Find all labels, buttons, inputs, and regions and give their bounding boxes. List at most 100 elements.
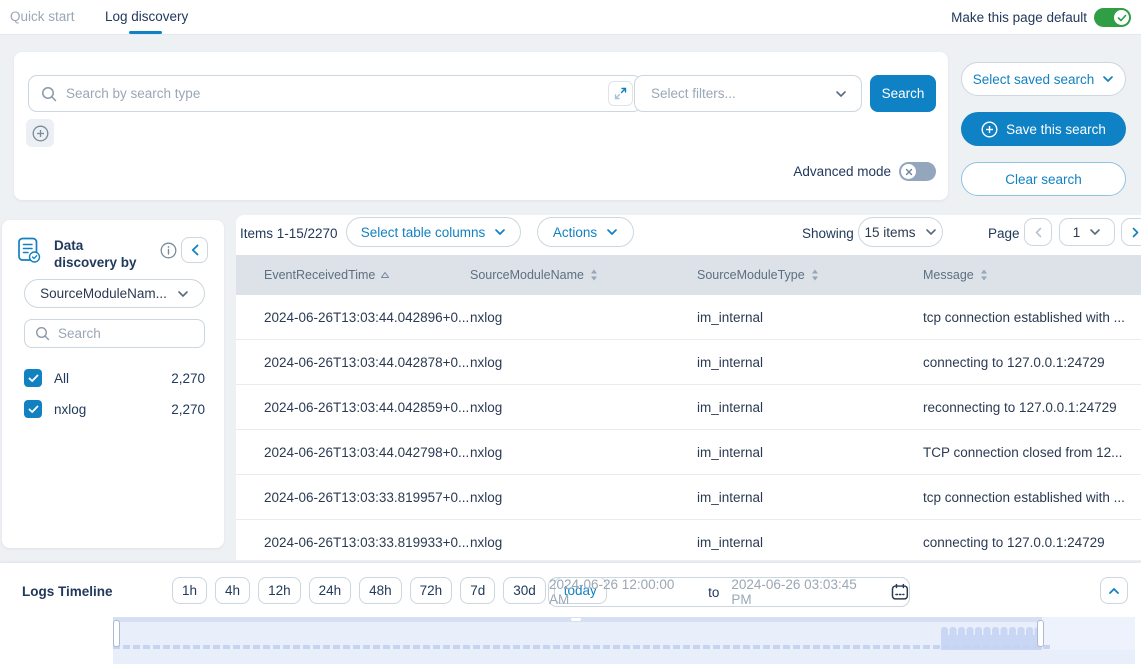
brush-handle-right[interactable] [1037,620,1044,647]
tab-quick-start[interactable]: Quick start [10,0,75,34]
cell-module: nxlog [470,400,697,415]
cell-type: im_internal [697,535,923,550]
brush-tick-strip [113,645,1053,649]
cell-time: 2024-06-26T13:03:44.042859+0... [264,400,470,415]
log-table: EventReceivedTime SourceModuleName Sourc… [236,255,1141,560]
cell-type: im_internal [697,400,923,415]
expand-search-button[interactable] [608,81,633,106]
cell-time: 2024-06-26T13:03:33.819957+0... [264,490,470,505]
tab-log-discovery[interactable]: Log discovery [105,0,188,34]
sidebar-header: Data discovery by [18,237,149,271]
column-header-message[interactable]: Message [923,268,1141,282]
table-row[interactable]: 2024-06-26T13:03:44.042798+0... nxlog im… [236,430,1141,475]
sidebar-title: Data discovery by [54,237,149,271]
toggle-knob [901,164,916,179]
items-per-page-select[interactable]: 15 items [858,217,943,247]
save-this-search-label: Save this search [1006,122,1106,137]
date-from-value: 2024-06-26 12:00:00 AM [549,577,696,607]
brush-grip[interactable] [571,618,581,621]
filter-item-label: nxlog [54,402,86,417]
discovery-field-select[interactable]: SourceModuleNam... [24,279,205,308]
cell-message: tcp connection established with ... [923,310,1141,325]
select-table-columns-label: Select table columns [361,225,486,240]
cell-type: im_internal [697,445,923,460]
logs-timeline-panel: Logs Timeline 1h 4h 12h 24h 48h 72h 7d 3… [0,563,1141,664]
add-search-row-button[interactable] [26,119,54,147]
cell-time: 2024-06-26T13:03:44.042798+0... [264,445,470,460]
filters-select[interactable]: Select filters... [634,75,862,112]
plus-circle-icon [32,125,49,142]
cell-message: reconnecting to 127.0.0.1:24729 [923,400,1141,415]
advanced-mode-toggle[interactable] [899,162,936,181]
timeline-track-right [1042,617,1135,650]
checkbox-all[interactable] [24,369,42,387]
search-panel: Select filters... Search Advanced mode [14,52,948,200]
range-7d-button[interactable]: 7d [460,577,495,604]
range-24h-button[interactable]: 24h [309,577,352,604]
select-table-columns-button[interactable]: Select table columns [346,217,521,247]
filter-item-count: 2,270 [171,371,205,386]
checkbox-nxlog[interactable] [24,400,42,418]
table-row[interactable]: 2024-06-26T13:03:44.042896+0... nxlog im… [236,295,1141,340]
cell-type: im_internal [697,310,923,325]
chevron-left-icon [191,244,199,256]
timeline-track [113,650,1135,664]
table-row[interactable]: 2024-06-26T13:03:44.042878+0... nxlog im… [236,340,1141,385]
search-button[interactable]: Search [870,75,936,112]
close-icon [905,168,913,176]
timeline-brush [113,617,1135,664]
advanced-mode-wrap: Advanced mode [793,162,936,181]
chevron-down-icon [606,228,618,236]
calendar-icon [891,583,909,601]
date-range-picker[interactable]: 2024-06-26 12:00:00 AM to 2024-06-26 03:… [548,577,910,607]
logs-timeline-title: Logs Timeline [22,584,113,599]
page-number-select[interactable]: 1 [1059,218,1115,246]
page-default-toggle[interactable] [1094,8,1131,27]
info-icon[interactable] [160,242,177,259]
filter-item-all[interactable]: All 2,270 [24,368,205,388]
filter-item-count: 2,270 [171,402,205,417]
filter-item-label: All [54,371,69,386]
actions-button[interactable]: Actions [537,217,634,247]
check-icon [28,405,39,414]
column-label: Message [923,268,974,282]
plus-circle-icon [981,121,998,138]
next-page-button[interactable] [1121,218,1141,246]
range-48h-button[interactable]: 48h [359,577,402,604]
clear-search-label: Clear search [1005,172,1082,187]
chevron-left-icon [1035,227,1042,238]
range-72h-button[interactable]: 72h [410,577,453,604]
filter-item-nxlog[interactable]: nxlog 2,270 [24,399,205,419]
range-12h-button[interactable]: 12h [258,577,301,604]
chevron-right-icon [1132,227,1139,238]
page-label: Page [988,226,1020,241]
cell-type: im_internal [697,355,923,370]
prev-page-button[interactable] [1024,218,1052,246]
cell-module: nxlog [470,535,697,550]
column-header-sourcemodulename[interactable]: SourceModuleName [470,268,697,282]
search-icon [35,326,50,341]
collapse-sidebar-button[interactable] [181,237,208,263]
table-row[interactable]: 2024-06-26T13:03:33.819957+0... nxlog im… [236,475,1141,520]
column-header-eventreceivedtime[interactable]: EventReceivedTime [264,268,470,282]
sidebar-search-input[interactable] [58,326,194,341]
save-this-search-button[interactable]: Save this search [961,112,1126,146]
cell-message: connecting to 127.0.0.1:24729 [923,355,1141,370]
column-header-sourcemoduletype[interactable]: SourceModuleType [697,268,923,282]
range-30d-button[interactable]: 30d [503,577,546,604]
column-label: SourceModuleType [697,268,805,282]
page-default-label: Make this page default [951,0,1087,35]
search-input[interactable] [66,86,608,101]
range-1h-button[interactable]: 1h [172,577,207,604]
clear-search-button[interactable]: Clear search [961,162,1126,196]
column-label: SourceModuleName [470,268,584,282]
sort-both-icon [980,269,988,281]
cell-module: nxlog [470,355,697,370]
table-row[interactable]: 2024-06-26T13:03:44.042859+0... nxlog im… [236,385,1141,430]
range-4h-button[interactable]: 4h [215,577,250,604]
select-saved-search-button[interactable]: Select saved search [961,62,1126,96]
table-row[interactable]: 2024-06-26T13:03:33.819933+0... nxlog im… [236,520,1141,560]
collapse-timeline-button[interactable] [1100,577,1128,604]
chevron-down-icon [1102,75,1114,83]
brush-handle-left[interactable] [113,620,120,647]
